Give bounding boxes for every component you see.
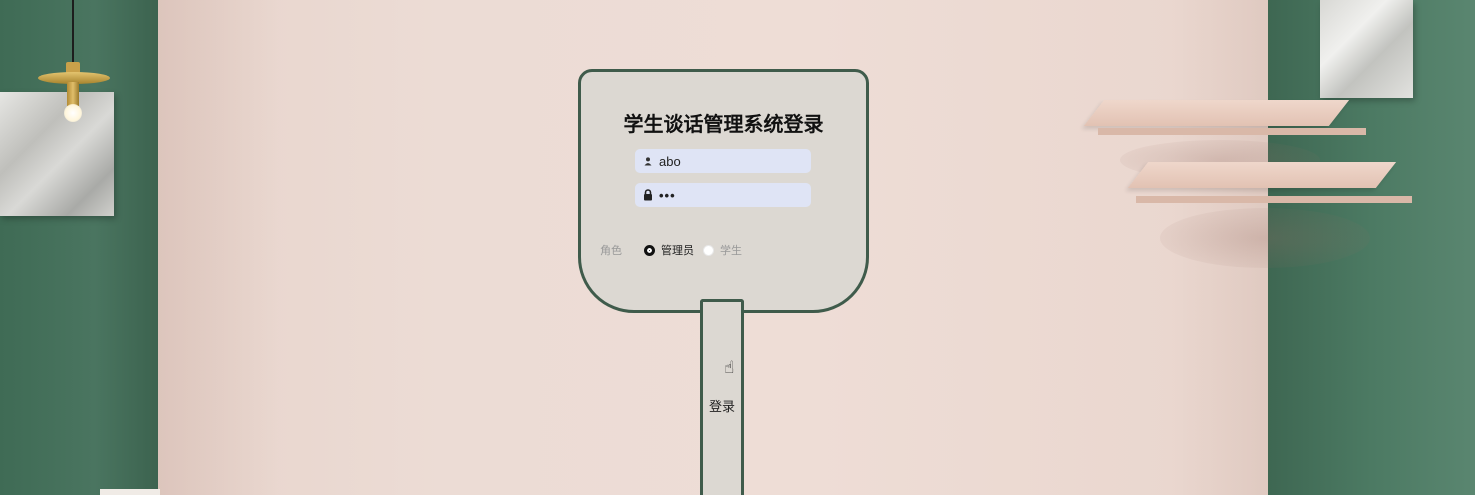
role-label: 角色: [600, 244, 622, 257]
role-option-student-label: 学生: [720, 244, 742, 257]
login-button-label: 登录: [708, 400, 735, 415]
role-option-admin-label: 管理员: [661, 244, 694, 257]
left-wall-shadow: [158, 0, 278, 495]
floating-shelf-lower-edge: [1136, 196, 1412, 203]
login-form-panel: 学生谈话管理系统登录 ••• 角色 管理员: [578, 69, 869, 313]
radio-checked-icon[interactable]: [644, 244, 655, 256]
marble-panel-left: [0, 92, 114, 216]
password-field[interactable]: •••: [635, 183, 811, 207]
user-icon: [638, 156, 658, 166]
role-selector: 角色 管理员 学生: [600, 242, 751, 258]
role-option-admin[interactable]: 管理员: [644, 242, 694, 258]
floating-shelf-upper-edge: [1098, 128, 1366, 135]
shelf-shadow-lower: [1160, 208, 1370, 268]
login-button[interactable]: 登录: [700, 299, 744, 495]
pendant-lamp-cord: [72, 0, 74, 66]
hand-cursor-icon: ☝: [724, 358, 735, 378]
marble-panel-right: [1320, 0, 1413, 98]
login-title: 学生谈话管理系统登录: [623, 112, 824, 136]
role-option-student[interactable]: 学生: [703, 242, 742, 258]
floating-shelf-lower: [1127, 162, 1397, 188]
pendant-lamp-bulb: [64, 104, 82, 122]
password-input[interactable]: •••: [659, 188, 799, 203]
pendant-lamp-stem: [67, 82, 79, 106]
lock-icon: [638, 189, 658, 201]
username-input[interactable]: [659, 153, 799, 169]
floating-shelf-upper: [1083, 100, 1350, 126]
login-page-background: 学生谈话管理系统登录 ••• 角色 管理员: [0, 0, 1475, 495]
radio-unchecked-icon[interactable]: [703, 244, 714, 256]
floor-corner: [100, 489, 160, 495]
username-field[interactable]: [635, 149, 811, 173]
